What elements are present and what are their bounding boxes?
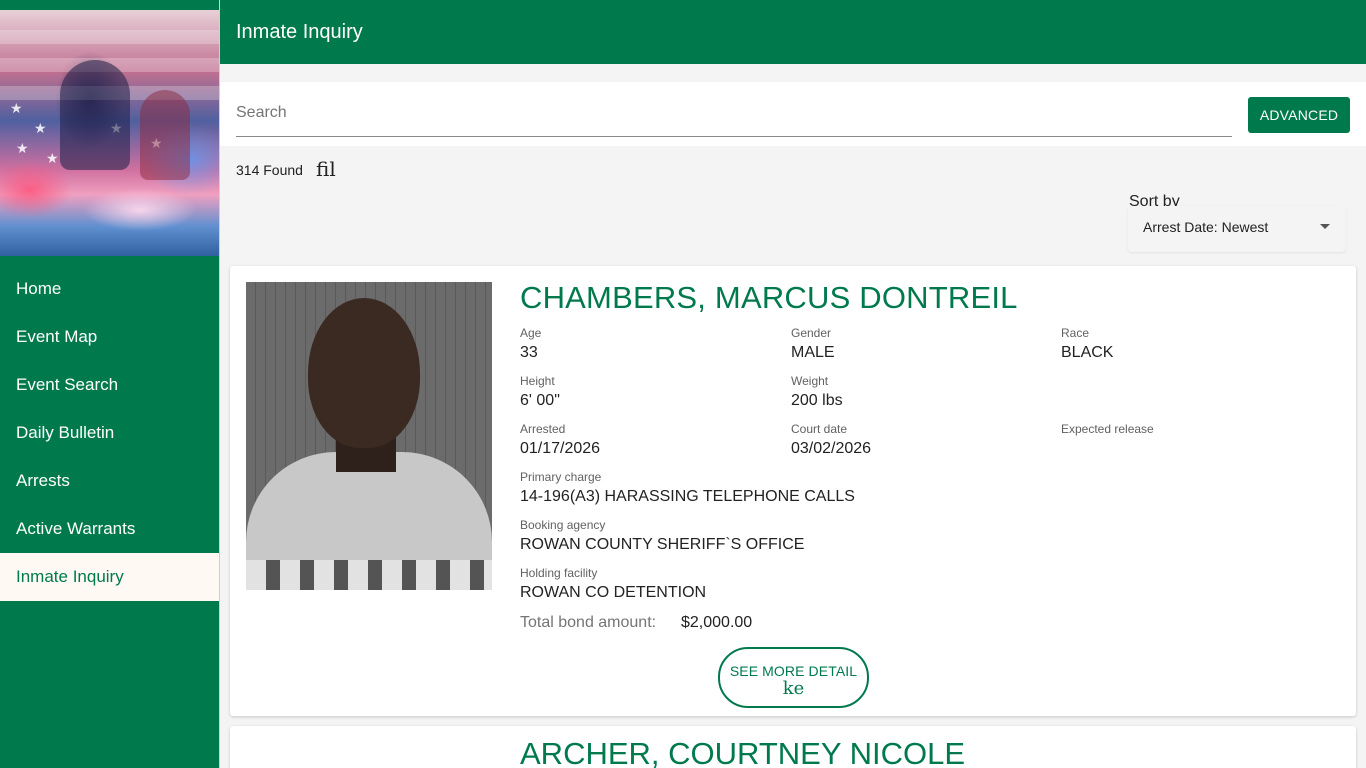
expected-release-label: Expected release [1061, 422, 1154, 436]
age-value: 33 [520, 344, 538, 361]
inmate-photo [246, 282, 492, 590]
expand-icon: ke [782, 679, 805, 699]
chevron-down-icon [1320, 224, 1330, 229]
primary-charge-value: 14-196(A3) HARASSING TELEPHONE CALLS [520, 488, 855, 505]
bond-label: Total bond amount: [520, 614, 657, 631]
age-label: Age [520, 326, 542, 340]
holding-facility-label: Holding facility [520, 566, 598, 580]
sort-select[interactable]: Arrest Date: Newest [1128, 206, 1346, 252]
sidebar-item-event-map[interactable]: Event Map [0, 313, 219, 361]
banner-image: ★ ★ ★ ★ ★ ★ [0, 10, 219, 256]
height-value: 6' 00" [520, 392, 560, 409]
sidebar-nav: Home Event Map Event Search Daily Bullet… [0, 265, 219, 601]
search-bar: ADVANCED [220, 82, 1366, 146]
sidebar: ★ ★ ★ ★ ★ ★ Home Event Map Event Search … [0, 0, 220, 768]
sort-selected-value: Arrest Date: Newest [1143, 219, 1269, 235]
sidebar-item-daily-bulletin[interactable]: Daily Bulletin [0, 409, 219, 457]
top-app-bar: Inmate Inquiry [220, 0, 1366, 64]
weight-value: 200 lbs [791, 392, 843, 409]
sidebar-item-active-warrants[interactable]: Active Warrants [0, 505, 219, 553]
inmate-card: ARCHER, COURTNEY NICOLE [230, 726, 1356, 768]
court-date-value: 03/02/2026 [791, 440, 872, 457]
weight-label: Weight [791, 374, 829, 388]
height-label: Height [520, 374, 555, 388]
see-more-detail-label: SEE MORE DETAIL [729, 663, 858, 679]
sidebar-item-home[interactable]: Home [0, 265, 219, 313]
booking-agency-value: ROWAN COUNTY SHERIFF`S OFFICE [520, 536, 805, 553]
sidebar-item-arrests[interactable]: Arrests [0, 457, 219, 505]
bond-value: $2,000.00 [681, 614, 753, 631]
filter-icon[interactable]: fil [316, 157, 340, 181]
gender-label: Gender [791, 326, 832, 340]
race-label: Race [1061, 326, 1090, 340]
booking-agency-label: Booking agency [520, 518, 606, 532]
advanced-search-button[interactable]: ADVANCED [1248, 97, 1350, 133]
race-value: BLACK [1061, 344, 1114, 361]
inmate-card: CHAMBERS, MARCUS DONTREIL Age 33 Gender … [230, 266, 1356, 716]
page-title: Inmate Inquiry [236, 20, 363, 43]
arrested-label: Arrested [520, 422, 566, 436]
holding-facility-value: ROWAN CO DETENTION [520, 584, 707, 601]
sidebar-item-inmate-inquiry[interactable]: Inmate Inquiry [0, 553, 219, 601]
results-count: 314 Found [236, 162, 303, 178]
court-date-label: Court date [791, 422, 848, 436]
inmate-name: ARCHER, COURTNEY NICOLE [520, 736, 965, 768]
gender-value: MALE [791, 344, 835, 361]
inmate-name: CHAMBERS, MARCUS DONTREIL [520, 280, 1018, 315]
see-more-detail-button[interactable]: SEE MORE DETAIL ke [718, 647, 869, 708]
primary-charge-label: Primary charge [520, 470, 602, 484]
sidebar-item-event-search[interactable]: Event Search [0, 361, 219, 409]
arrested-value: 01/17/2026 [520, 440, 601, 457]
search-input[interactable] [236, 90, 1232, 137]
